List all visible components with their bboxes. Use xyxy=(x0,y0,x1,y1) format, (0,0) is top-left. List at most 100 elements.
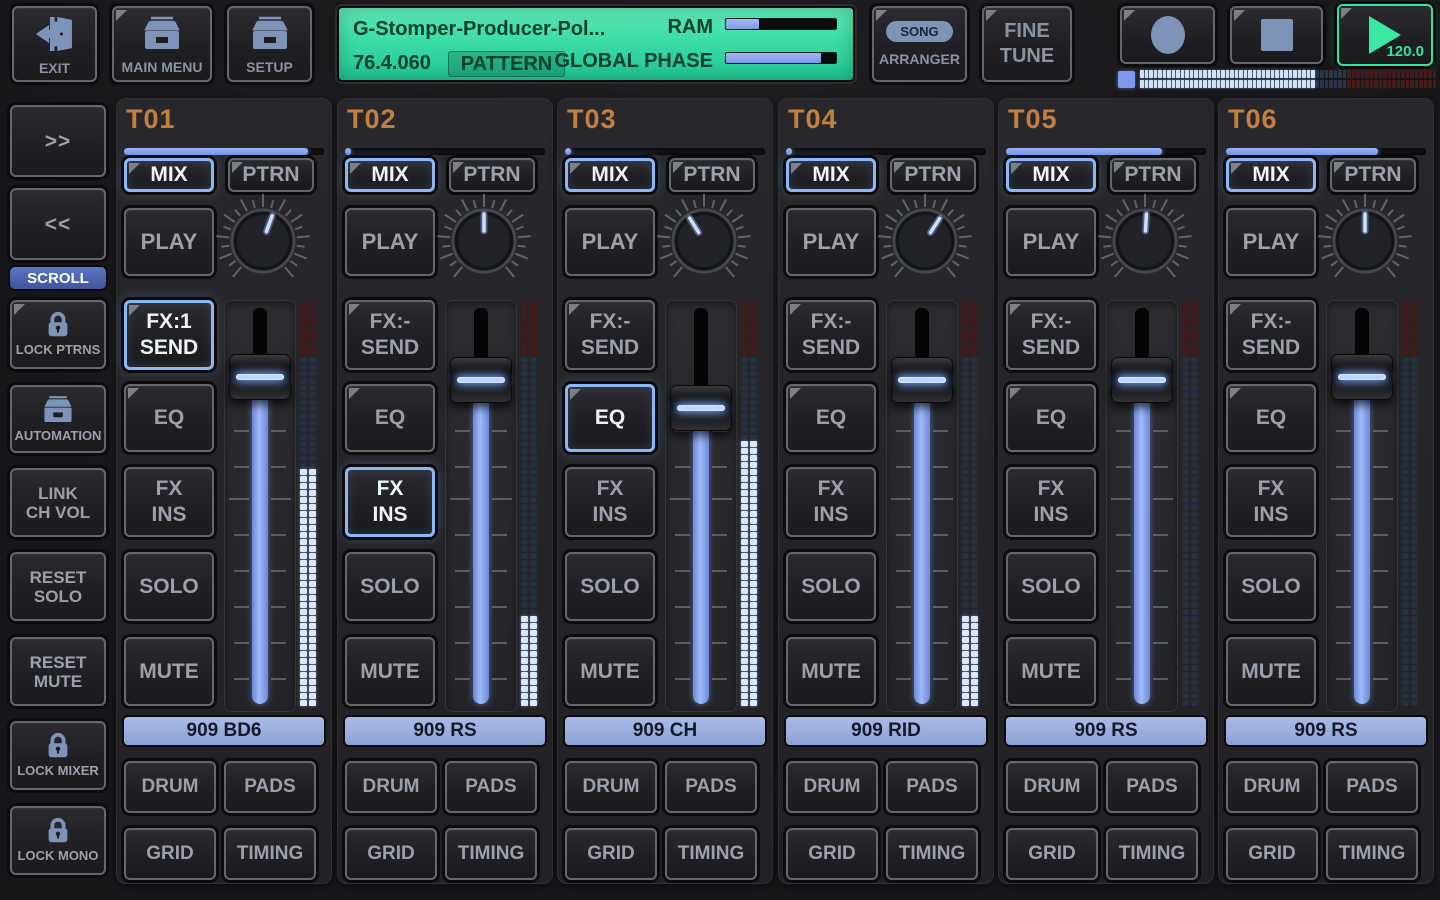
mute-button[interactable]: MUTE xyxy=(124,637,214,706)
sample-name-label[interactable]: 909 RID xyxy=(786,717,986,745)
drum-button[interactable]: DRUM xyxy=(1226,761,1318,813)
lock-mixer-button[interactable]: LOCK MIXER xyxy=(10,721,106,790)
lock-mono-button[interactable]: LOCK MONO xyxy=(10,806,106,875)
mute-button[interactable]: MUTE xyxy=(786,637,876,706)
sample-name-label[interactable]: 909 RS xyxy=(345,717,545,745)
grid-button[interactable]: GRID xyxy=(1226,828,1318,880)
volume-fader-track[interactable] xyxy=(1106,300,1178,712)
timing-button[interactable]: TIMING xyxy=(445,828,537,880)
grid-button[interactable]: GRID xyxy=(345,828,437,880)
volume-knob[interactable] xyxy=(213,191,313,291)
fader-handle[interactable] xyxy=(1331,354,1393,400)
main-menu-button[interactable]: MAIN MENU xyxy=(112,6,212,82)
volume-knob[interactable] xyxy=(1095,191,1195,291)
solo-button[interactable]: SOLO xyxy=(1226,552,1316,621)
play-channel-button[interactable]: PLAY xyxy=(1006,208,1096,276)
fader-handle[interactable] xyxy=(229,354,291,400)
grid-button[interactable]: GRID xyxy=(565,828,657,880)
link-ch-vol-button[interactable]: LINK CH VOL xyxy=(10,468,106,537)
grid-button[interactable]: GRID xyxy=(1006,828,1098,880)
stop-button[interactable] xyxy=(1230,6,1323,64)
mode-indicator[interactable]: PATTERN xyxy=(448,51,565,77)
drum-button[interactable]: DRUM xyxy=(1006,761,1098,813)
fader-handle[interactable] xyxy=(450,357,512,403)
sample-name-label[interactable]: 909 CH xyxy=(565,717,765,745)
eq-button[interactable]: EQ xyxy=(124,384,214,452)
fx-send-button[interactable]: FX:- SEND xyxy=(1226,300,1316,370)
grid-button[interactable]: GRID xyxy=(124,828,216,880)
eq-button[interactable]: EQ xyxy=(786,384,876,452)
setup-button[interactable]: SETUP xyxy=(227,6,312,82)
drum-button[interactable]: DRUM xyxy=(565,761,657,813)
fx-ins-button[interactable]: FX INS xyxy=(786,467,876,537)
pads-button[interactable]: PADS xyxy=(445,761,537,813)
exit-button[interactable]: EXIT xyxy=(12,6,97,82)
solo-button[interactable]: SOLO xyxy=(565,552,655,621)
ptrn-tab[interactable]: PTRN xyxy=(1330,158,1416,192)
fader-handle[interactable] xyxy=(1111,357,1173,403)
mix-tab[interactable]: MIX xyxy=(565,158,655,192)
ptrn-tab[interactable]: PTRN xyxy=(890,158,976,192)
fx-send-button[interactable]: FX:- SEND xyxy=(1006,300,1096,370)
reset-mute-button[interactable]: RESET MUTE xyxy=(10,637,106,706)
timing-button[interactable]: TIMING xyxy=(665,828,757,880)
pads-button[interactable]: PADS xyxy=(224,761,316,813)
mix-tab[interactable]: MIX xyxy=(1226,158,1316,192)
fx-send-button[interactable]: FX:- SEND xyxy=(786,300,876,370)
eq-button[interactable]: EQ xyxy=(1006,384,1096,452)
mute-button[interactable]: MUTE xyxy=(565,637,655,706)
volume-knob[interactable] xyxy=(1315,191,1415,291)
timing-button[interactable]: TIMING xyxy=(1326,828,1418,880)
grid-button[interactable]: GRID xyxy=(786,828,878,880)
lock-patterns-button[interactable]: LOCK PTRNS xyxy=(10,300,106,369)
scroll-forward-button[interactable]: >> xyxy=(10,105,106,177)
eq-button[interactable]: EQ xyxy=(565,384,655,452)
fine-tune-button[interactable]: FINE TUNE xyxy=(982,6,1072,82)
record-button[interactable] xyxy=(1120,6,1215,64)
automation-button[interactable]: AUTOMATION xyxy=(10,385,106,453)
timing-button[interactable]: TIMING xyxy=(1106,828,1198,880)
fx-send-button[interactable]: FX:- SEND xyxy=(345,300,435,370)
play-channel-button[interactable]: PLAY xyxy=(565,208,655,276)
play-channel-button[interactable]: PLAY xyxy=(345,208,435,276)
mix-tab[interactable]: MIX xyxy=(345,158,435,192)
pads-button[interactable]: PADS xyxy=(1326,761,1418,813)
volume-knob[interactable] xyxy=(434,191,534,291)
play-channel-button[interactable]: PLAY xyxy=(124,208,214,276)
timing-button[interactable]: TIMING xyxy=(224,828,316,880)
ptrn-tab[interactable]: PTRN xyxy=(449,158,535,192)
mix-tab[interactable]: MIX xyxy=(124,158,214,192)
volume-fader-track[interactable] xyxy=(665,300,737,712)
reset-solo-button[interactable]: RESET SOLO xyxy=(10,552,106,621)
drum-button[interactable]: DRUM xyxy=(124,761,216,813)
scroll-back-button[interactable]: << xyxy=(10,188,106,260)
sample-name-label[interactable]: 909 RS xyxy=(1006,717,1206,745)
volume-fader-track[interactable] xyxy=(886,300,958,712)
fader-handle[interactable] xyxy=(670,385,732,431)
eq-button[interactable]: EQ xyxy=(1226,384,1316,452)
solo-button[interactable]: SOLO xyxy=(345,552,435,621)
fx-ins-button[interactable]: FX INS xyxy=(1226,467,1316,537)
mute-button[interactable]: MUTE xyxy=(1226,637,1316,706)
eq-button[interactable]: EQ xyxy=(345,384,435,452)
sample-name-label[interactable]: 909 RS xyxy=(1226,717,1426,745)
mix-tab[interactable]: MIX xyxy=(786,158,876,192)
fx-send-button[interactable]: FX:1 SEND xyxy=(124,300,214,370)
fx-ins-button[interactable]: FX INS xyxy=(565,467,655,537)
fx-ins-button[interactable]: FX INS xyxy=(345,467,435,537)
mute-button[interactable]: MUTE xyxy=(1006,637,1096,706)
sample-name-label[interactable]: 909 BD6 xyxy=(124,717,324,745)
pads-button[interactable]: PADS xyxy=(886,761,978,813)
mix-tab[interactable]: MIX xyxy=(1006,158,1096,192)
solo-button[interactable]: SOLO xyxy=(124,552,214,621)
drum-button[interactable]: DRUM xyxy=(786,761,878,813)
fx-send-button[interactable]: FX:- SEND xyxy=(565,300,655,370)
ptrn-tab[interactable]: PTRN xyxy=(228,158,314,192)
volume-fader-track[interactable] xyxy=(1326,300,1398,712)
volume-fader-track[interactable] xyxy=(445,300,517,712)
fx-ins-button[interactable]: FX INS xyxy=(1006,467,1096,537)
ptrn-tab[interactable]: PTRN xyxy=(1110,158,1196,192)
pads-button[interactable]: PADS xyxy=(1106,761,1198,813)
pads-button[interactable]: PADS xyxy=(665,761,757,813)
fx-ins-button[interactable]: FX INS xyxy=(124,467,214,537)
